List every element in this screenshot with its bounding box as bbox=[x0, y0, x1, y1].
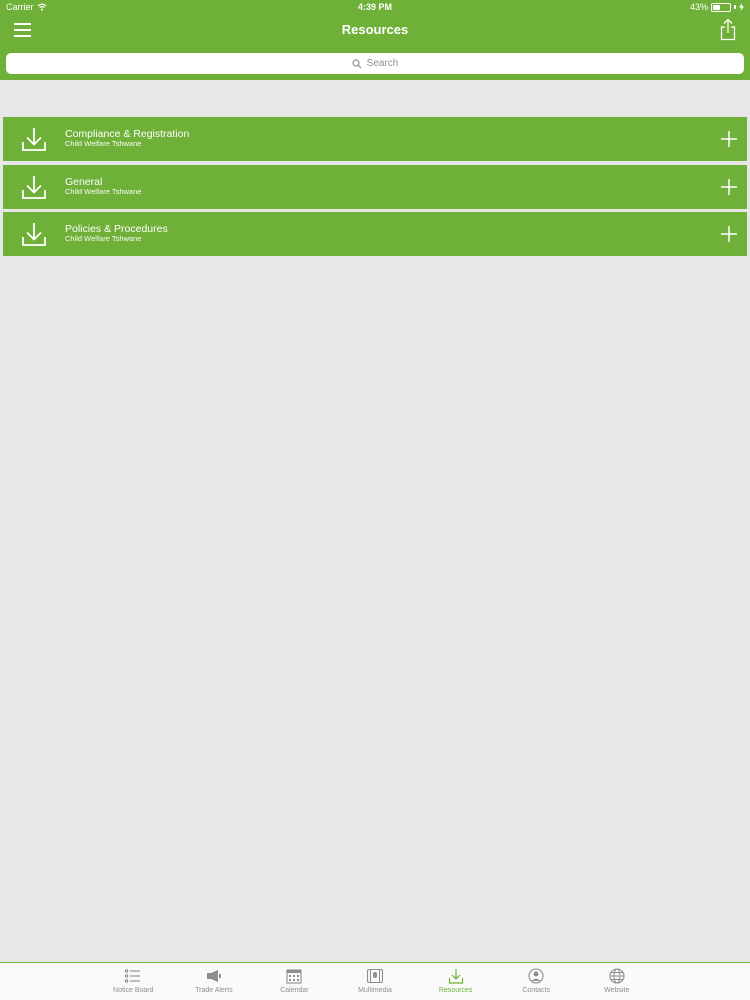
tab-multimedia[interactable]: Multimedia bbox=[335, 963, 416, 1000]
header: Carrier 4:39 PM 43% Resources Search bbox=[0, 0, 750, 80]
tab-resources[interactable]: Resources bbox=[415, 963, 496, 1000]
search-placeholder: Search bbox=[366, 58, 399, 69]
tab-label: Contacts bbox=[522, 987, 550, 994]
share-button[interactable] bbox=[718, 18, 738, 42]
megaphone-icon bbox=[206, 970, 221, 982]
list-item-title: General bbox=[65, 175, 103, 188]
expand-plus-icon[interactable] bbox=[719, 129, 739, 149]
search-bar: Search bbox=[6, 53, 744, 74]
battery-percent: 43% bbox=[689, 2, 708, 12]
tab-contacts[interactable]: Contacts bbox=[496, 963, 577, 1000]
battery-fill bbox=[713, 4, 720, 10]
download-icon bbox=[22, 175, 46, 199]
tab-label: Resources bbox=[438, 987, 473, 994]
download-icon bbox=[22, 128, 46, 151]
calendar-icon bbox=[286, 969, 302, 984]
tab-notice-board[interactable]: Notice Board bbox=[93, 963, 174, 1000]
download-icon bbox=[448, 969, 463, 984]
search-icon bbox=[352, 58, 362, 68]
tab-calendar[interactable]: Calendar bbox=[254, 963, 335, 1000]
tab-label: Trade Alerts bbox=[195, 987, 233, 994]
status-bar: Carrier 4:39 PM 43% bbox=[0, 0, 750, 14]
search-input[interactable]: Search bbox=[6, 53, 744, 74]
list-item-subtitle: Child Welfare Tshwane bbox=[65, 234, 142, 243]
app: Carrier 4:39 PM 43% Resources Search Com… bbox=[0, 0, 750, 1000]
tab-trade-alerts[interactable]: Trade Alerts bbox=[174, 963, 255, 1000]
status-time: 4:39 PM bbox=[357, 2, 392, 12]
expand-plus-icon[interactable] bbox=[719, 177, 739, 197]
tab-list: Notice Board Trade Alerts Calendar Multi… bbox=[93, 963, 657, 1000]
list-item-subtitle: Child Welfare Tshwane bbox=[65, 139, 142, 148]
battery-icon bbox=[711, 2, 731, 12]
globe-icon bbox=[609, 968, 625, 984]
list-item[interactable]: Compliance & Registration Child Welfare … bbox=[3, 117, 747, 161]
list-item[interactable]: General Child Welfare Tshwane bbox=[3, 164, 747, 209]
list-item-subtitle: Child Welfare Tshwane bbox=[65, 186, 142, 196]
battery-tip bbox=[734, 5, 736, 9]
page-title: Resources bbox=[341, 22, 409, 37]
tab-bar: Notice Board Trade Alerts Calendar Multi… bbox=[0, 962, 750, 1000]
tab-label: Notice Board bbox=[113, 987, 154, 994]
tab-label: Calendar bbox=[280, 987, 309, 994]
nav-bar: Resources bbox=[0, 14, 750, 52]
tab-label: Website bbox=[604, 987, 630, 994]
tab-website[interactable]: Website bbox=[576, 963, 657, 1000]
download-icon bbox=[22, 223, 46, 246]
charging-icon bbox=[739, 3, 744, 11]
expand-plus-icon[interactable] bbox=[719, 224, 739, 244]
resource-list: Compliance & Registration Child Welfare … bbox=[3, 117, 747, 260]
list-item-text: General Child Welfare Tshwane bbox=[65, 176, 141, 196]
contact-icon bbox=[528, 968, 544, 984]
tab-label: Multimedia bbox=[358, 987, 392, 994]
share-icon bbox=[720, 18, 736, 41]
list-item[interactable]: Policies & Procedures Child Welfare Tshw… bbox=[3, 212, 747, 256]
status-right: 43% bbox=[690, 2, 744, 12]
film-icon bbox=[366, 968, 384, 984]
list-icon bbox=[125, 969, 141, 983]
list-item-text: Policies & Procedures Child Welfare Tshw… bbox=[65, 223, 168, 243]
list-item-text: Compliance & Registration Child Welfare … bbox=[65, 128, 189, 148]
